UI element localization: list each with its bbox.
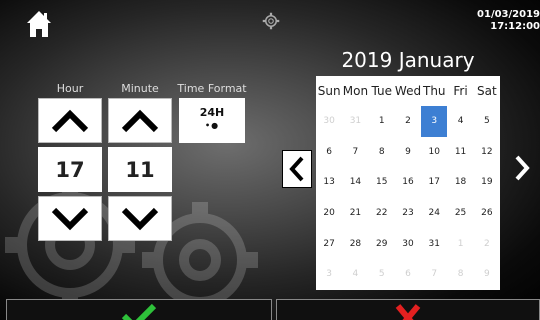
weekday-label: Fri [453,84,468,98]
time-format-toggle[interactable]: 24H •● [179,98,245,143]
weekday-label: Tue [371,84,392,98]
minute-up-button[interactable] [108,98,172,143]
calendar-day[interactable]: 30 [395,228,421,259]
calendar-day[interactable]: 6 [395,259,421,290]
cancel-button[interactable] [276,299,540,320]
previous-month-button[interactable] [282,150,312,188]
calendar-day[interactable]: 1 [447,228,473,259]
calendar-day[interactable]: 30 [316,106,342,137]
calendar-day[interactable]: 23 [395,198,421,229]
calendar-day[interactable]: 10 [421,137,447,168]
calendar-day[interactable]: 13 [316,167,342,198]
calendar-day[interactable]: 20 [316,198,342,229]
calendar-day[interactable]: 14 [342,167,368,198]
minute-down-button[interactable] [108,196,172,241]
calendar-day[interactable]: 2 [395,106,421,137]
checkmark-icon [121,303,157,320]
calendar-day[interactable]: 8 [447,259,473,290]
minute-label: Minute [121,82,159,95]
gear-icon[interactable] [262,12,280,30]
calendar-day[interactable]: 26 [474,198,500,229]
calendar-day[interactable]: 21 [342,198,368,229]
x-icon [395,304,421,320]
calendar-day[interactable]: 29 [369,228,395,259]
chevron-right-icon [515,155,530,181]
calendar-month-title: 2019 January [341,48,475,72]
calendar-day[interactable]: 5 [369,259,395,290]
calendar-day[interactable]: 12 [474,137,500,168]
calendar-day[interactable]: 11 [447,137,473,168]
calendar-day[interactable]: 2 [474,228,500,259]
home-icon[interactable] [26,10,52,38]
calendar: Sun Mon Tue Wed Thu Fri Sat 30 31 1 2 3 4 5 6 7 8 9 10 11 1… [316,76,500,290]
current-datetime: 01/03/2019 17:12:00 [477,9,540,33]
calendar-day[interactable]: 31 [421,228,447,259]
weekday-label: Thu [423,84,446,98]
weekday-label: Mon [342,84,369,98]
weekday-label: Sat [477,84,497,98]
confirm-button[interactable] [6,299,272,320]
current-time: 17:12:00 [490,21,540,32]
calendar-day[interactable]: 1 [369,106,395,137]
calendar-day[interactable]: 27 [316,228,342,259]
time-format-value: 24H [199,106,225,119]
calendar-day[interactable]: 7 [421,259,447,290]
calendar-day-grid: 30 31 1 2 3 4 5 6 7 8 9 10 11 12 13 14 15 16 17 18 19 20 21 22 2… [316,106,500,290]
calendar-day[interactable]: 31 [342,106,368,137]
hour-up-button[interactable] [38,98,102,143]
current-date: 01/03/2019 [477,9,540,20]
calendar-day[interactable]: 24 [421,198,447,229]
calendar-day[interactable]: 15 [369,167,395,198]
chevron-down-icon [51,207,89,230]
calendar-day[interactable]: 3 [316,259,342,290]
calendar-day[interactable]: 4 [447,106,473,137]
hour-label: Hour [56,82,84,95]
calendar-day[interactable]: 4 [342,259,368,290]
weekday-label: Wed [394,84,422,98]
calendar-day[interactable]: 18 [447,167,473,198]
next-month-button[interactable] [508,150,536,186]
calendar-day[interactable]: 8 [369,137,395,168]
weekday-label: Sun [317,84,341,98]
calendar-day[interactable]: 9 [474,259,500,290]
calendar-day[interactable]: 5 [474,106,500,137]
chevron-up-icon [51,109,89,132]
chevron-left-icon [289,156,304,182]
calendar-day[interactable]: 25 [447,198,473,229]
time-format-label: Time Format [177,82,247,95]
calendar-day[interactable]: 17 [421,167,447,198]
calendar-weekday-header: Sun Mon Tue Wed Thu Fri Sat [316,76,500,106]
minute-value[interactable]: 11 [108,147,172,192]
chevron-up-icon [121,109,159,132]
hour-value[interactable]: 17 [38,147,102,192]
calendar-day[interactable]: 6 [316,137,342,168]
calendar-day[interactable]: 22 [369,198,395,229]
chevron-down-icon [121,207,159,230]
calendar-day[interactable]: 19 [474,167,500,198]
hour-down-button[interactable] [38,196,102,241]
calendar-day[interactable]: 7 [342,137,368,168]
calendar-day[interactable]: 28 [342,228,368,259]
time-format-indicator: •● [204,121,220,130]
calendar-day[interactable]: 16 [395,167,421,198]
calendar-day-selected[interactable]: 3 [421,106,448,137]
calendar-day[interactable]: 9 [395,137,421,168]
